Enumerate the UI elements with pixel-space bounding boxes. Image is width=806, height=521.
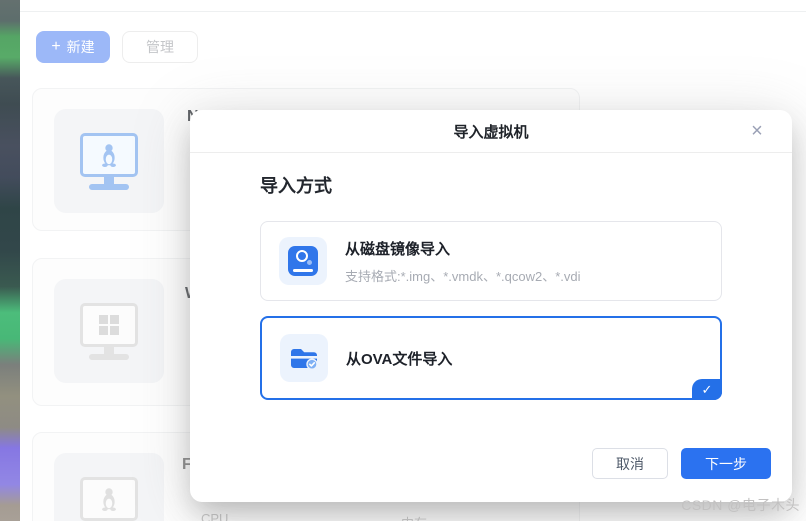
- os-tile: [54, 279, 164, 383]
- option-subtitle: 支持格式:*.img、*.vmdk、*.qcow2、*.vdi: [345, 268, 581, 284]
- linux-monitor-icon: [80, 476, 138, 521]
- option-title: 从OVA文件导入: [346, 350, 453, 368]
- tux-penguin-icon: [102, 487, 116, 511]
- cpu-label: CPU: [201, 511, 229, 521]
- close-icon[interactable]: ×: [746, 120, 768, 142]
- create-vm-button[interactable]: + 新建: [36, 31, 110, 63]
- windows-logo-icon: [99, 314, 119, 335]
- next-step-button[interactable]: 下一步: [681, 448, 771, 479]
- import-vm-dialog: 导入虚拟机 × 导入方式 从磁盘镜像导入 支持格式:*.img、*.vmdk、*…: [190, 110, 792, 502]
- window-top-edge: [20, 0, 806, 12]
- desktop-wallpaper-strip: [0, 0, 20, 521]
- dialog-title: 导入虚拟机: [453, 123, 529, 141]
- dialog-header: 导入虚拟机 ×: [190, 110, 792, 153]
- create-vm-label: 新建: [66, 39, 95, 55]
- cancel-button[interactable]: 取消: [592, 448, 668, 479]
- memory-label: 内存: [401, 513, 427, 521]
- import-method-heading: 导入方式: [260, 176, 332, 196]
- tux-penguin-icon: [102, 143, 116, 167]
- option-import-ova-file[interactable]: 从OVA文件导入 ✓: [260, 316, 722, 400]
- os-tile: [54, 453, 164, 521]
- manage-button[interactable]: 管理: [122, 31, 198, 63]
- option-import-disk-image[interactable]: 从磁盘镜像导入 支持格式:*.img、*.vmdk、*.qcow2、*.vdi: [260, 221, 722, 301]
- plus-icon: +: [51, 38, 61, 55]
- os-tile: [54, 109, 164, 213]
- csdn-watermark: CSDN @电子木头: [681, 497, 800, 513]
- ova-folder-icon: [280, 334, 328, 382]
- selected-check-icon: ✓: [692, 379, 722, 400]
- linux-monitor-icon: [80, 132, 138, 190]
- disk-image-icon: [279, 237, 327, 285]
- windows-monitor-icon: [80, 302, 138, 360]
- option-title: 从磁盘镜像导入: [345, 240, 451, 258]
